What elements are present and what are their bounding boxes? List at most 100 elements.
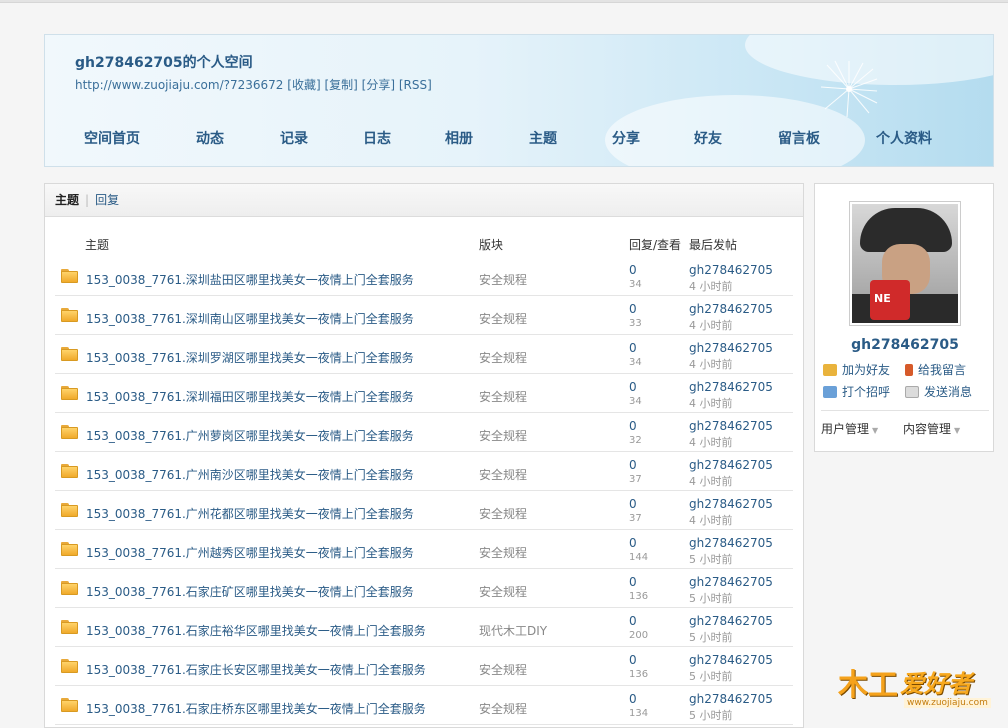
topic-subject-link[interactable]: 153_0038_7761.深圳罗湖区哪里找美女一夜情上门全套服务	[86, 349, 414, 366]
topic-last-time: 5 小时前	[689, 709, 733, 722]
topic-subject-link[interactable]: 153_0038_7761.广州花都区哪里找美女一夜情上门全套服务	[86, 505, 414, 522]
topic-replies: 0	[629, 614, 637, 628]
topic-replies: 0	[629, 497, 637, 511]
topic-subject-link[interactable]: 153_0038_7761.广州南沙区哪里找美女一夜情上门全套服务	[86, 466, 414, 483]
topic-last-poster[interactable]: gh278462705	[689, 614, 773, 628]
topic-row: 153_0038_7761.石家庄矿区哪里找美女一夜情上门全套服务 安全规程 0 13…	[55, 569, 793, 608]
profile-box: NE gh278462705 加为好友 给我留言 打个招呼 发送消息 用户管理 ▼…	[814, 183, 994, 452]
topic-board[interactable]: 安全规程	[479, 310, 527, 327]
topic-replies: 0	[629, 536, 637, 550]
folder-icon	[61, 347, 78, 361]
topic-board[interactable]: 安全规程	[479, 700, 527, 717]
topic-board[interactable]: 安全规程	[479, 661, 527, 678]
topic-views: 34	[629, 357, 642, 368]
topic-subject-link[interactable]: 153_0038_7761.石家庄裕华区哪里找美女一夜情上门全套服务	[86, 622, 426, 639]
nav-share[interactable]: 分享	[612, 128, 640, 148]
topic-last-poster[interactable]: gh278462705	[689, 263, 773, 277]
topic-last-poster[interactable]: gh278462705	[689, 692, 773, 706]
topic-board[interactable]: 安全规程	[479, 349, 527, 366]
topic-subject-link[interactable]: 153_0038_7761.石家庄桥东区哪里找美女一夜情上门全套服务	[86, 700, 426, 717]
topic-subject-link[interactable]: 153_0038_7761.广州萝岗区哪里找美女一夜情上门全套服务	[86, 427, 414, 444]
space-header: gh278462705的个人空间 http://www.zuojiaju.com…	[44, 34, 994, 167]
topic-last-poster[interactable]: gh278462705	[689, 458, 773, 472]
topic-last-time: 5 小时前	[689, 592, 733, 605]
nav-album[interactable]: 相册	[445, 128, 473, 148]
topic-subject-link[interactable]: 153_0038_7761.深圳盐田区哪里找美女一夜情上门全套服务	[86, 271, 414, 288]
topic-last-time: 5 小时前	[689, 631, 733, 644]
topic-replies: 0	[629, 302, 637, 316]
topic-views: 34	[629, 279, 642, 290]
topic-views: 34	[629, 396, 642, 407]
tab-topics[interactable]: 主题	[55, 193, 79, 207]
nav-friends[interactable]: 好友	[694, 128, 722, 148]
topic-last-poster[interactable]: gh278462705	[689, 497, 773, 511]
topic-last-poster[interactable]: gh278462705	[689, 536, 773, 550]
topic-replies: 0	[629, 458, 637, 472]
nav-guestbook[interactable]: 留言板	[778, 128, 820, 148]
topic-row: 153_0038_7761.石家庄裕华区哪里找美女一夜情上门全套服务 现代木工DI…	[55, 608, 793, 647]
topic-subject-link[interactable]: 153_0038_7761.石家庄长安区哪里找美女一夜情上门全套服务	[86, 661, 426, 678]
profile-username[interactable]: gh278462705	[815, 337, 995, 353]
site-logo: 木工 爱好者 www.zuojiaju.com	[838, 660, 998, 712]
column-replies-views: 回复/查看	[629, 238, 682, 252]
space-url-link[interactable]: http://www.zuojiaju.com/?7236672	[75, 78, 283, 92]
topic-last-poster[interactable]: gh278462705	[689, 575, 773, 589]
folder-icon	[61, 386, 78, 400]
nav-blog[interactable]: 日志	[363, 128, 391, 148]
topic-row: 153_0038_7761.深圳罗湖区哪里找美女一夜情上门全套服务 安全规程 0 34…	[55, 335, 793, 374]
topic-board[interactable]: 安全规程	[479, 271, 527, 288]
logo-mark: 木工	[838, 668, 898, 703]
topic-board[interactable]: 安全规程	[479, 583, 527, 600]
user-manage-label: 用户管理	[821, 422, 870, 436]
nav-profile[interactable]: 个人资料	[876, 128, 932, 148]
leave-message-button[interactable]: 给我留言	[905, 361, 966, 378]
avatar-photo: NE	[852, 204, 958, 323]
topic-last-time: 4 小时前	[689, 436, 733, 449]
copy-link[interactable]: [复制]	[324, 78, 357, 92]
topics-panel: 主题 | 回复 主题 版块 回复/查看 最后发帖 153_0038_7761.深圳盐…	[44, 183, 804, 728]
topic-last-poster[interactable]: gh278462705	[689, 341, 773, 355]
topic-last-poster[interactable]: gh278462705	[689, 380, 773, 394]
share-link[interactable]: [分享]	[362, 78, 395, 92]
window-top-line	[0, 0, 1008, 3]
topic-row: 153_0038_7761.石家庄桥东区哪里找美女一夜情上门全套服务 安全规程 0 1…	[55, 686, 793, 725]
folder-icon	[61, 503, 78, 517]
user-manage-menu[interactable]: 用户管理 ▼	[821, 420, 878, 437]
poke-button[interactable]: 打个招呼	[823, 383, 890, 400]
topic-views: 200	[629, 630, 649, 641]
nav-feed[interactable]: 动态	[196, 128, 224, 148]
send-message-button[interactable]: 发送消息	[905, 383, 972, 400]
topic-board[interactable]: 安全规程	[479, 427, 527, 444]
topic-last-poster[interactable]: gh278462705	[689, 419, 773, 433]
topic-last-poster[interactable]: gh278462705	[689, 653, 773, 667]
dandelion-decoration	[820, 60, 878, 118]
topic-board[interactable]: 安全规程	[479, 466, 527, 483]
nav-topics[interactable]: 主题	[529, 128, 557, 148]
topic-last-time: 4 小时前	[689, 475, 733, 488]
content-manage-menu[interactable]: 内容管理 ▼	[903, 420, 960, 437]
avatar[interactable]: NE	[849, 201, 961, 326]
folder-icon	[61, 698, 78, 712]
nav-records[interactable]: 记录	[280, 128, 308, 148]
topic-tabs: 主题 | 回复	[45, 184, 803, 217]
topic-subject-link[interactable]: 153_0038_7761.深圳南山区哪里找美女一夜情上门全套服务	[86, 310, 414, 327]
rss-link[interactable]: [RSS]	[399, 78, 432, 92]
topic-subject-link[interactable]: 153_0038_7761.广州越秀区哪里找美女一夜情上门全套服务	[86, 544, 414, 561]
add-friend-label: 加为好友	[842, 363, 891, 377]
topic-subject-link[interactable]: 153_0038_7761.石家庄矿区哪里找美女一夜情上门全套服务	[86, 583, 414, 600]
add-friend-button[interactable]: 加为好友	[823, 361, 890, 378]
topic-board[interactable]: 安全规程	[479, 388, 527, 405]
tab-replies[interactable]: 回复	[95, 193, 119, 207]
topic-replies: 0	[629, 419, 637, 433]
topic-board[interactable]: 现代木工DIY	[479, 622, 547, 639]
topic-subject-link[interactable]: 153_0038_7761.深圳福田区哪里找美女一夜情上门全套服务	[86, 388, 414, 405]
table-header: 主题 版块 回复/查看 最后发帖	[45, 217, 803, 257]
chevron-down-icon: ▼	[872, 426, 879, 435]
favorite-link[interactable]: [收藏]	[287, 78, 320, 92]
topic-board[interactable]: 安全规程	[479, 505, 527, 522]
topic-board[interactable]: 安全规程	[479, 544, 527, 561]
poke-label: 打个招呼	[842, 385, 891, 399]
topic-last-poster[interactable]: gh278462705	[689, 302, 773, 316]
nav-home[interactable]: 空间首页	[84, 128, 140, 148]
space-title[interactable]: gh278462705的个人空间	[75, 52, 253, 72]
